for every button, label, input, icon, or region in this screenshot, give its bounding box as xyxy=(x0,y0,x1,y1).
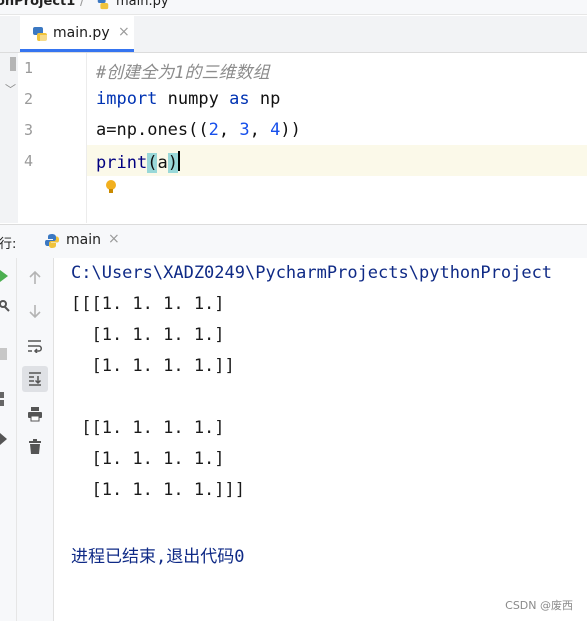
editor-side-strip: ﹀ xyxy=(0,53,19,223)
console-command-path[interactable]: C:\Users\XADZ0249\PycharmProjects\python… xyxy=(71,263,552,283)
breadcrumb-project[interactable]: onProject1 xyxy=(0,0,75,9)
chevron-down-icon[interactable]: ﹀ xyxy=(5,81,16,97)
arrow-down-icon[interactable] xyxy=(22,298,48,324)
breadcrumb: onProject1 / main.py xyxy=(0,0,587,15)
assign-operator: = xyxy=(106,120,117,140)
console-output-line: [[[1. 1. 1. 1.] xyxy=(71,294,225,314)
scroll-marker xyxy=(10,57,16,71)
function-name: print xyxy=(96,153,148,173)
line-number: 1 xyxy=(24,59,34,77)
layout-icon[interactable] xyxy=(0,392,8,406)
run-tab-label: main xyxy=(66,232,101,248)
code-editor[interactable]: ﹀ 1 2 3 4 #创建全为1的三维数组 import numpy as np… xyxy=(0,53,587,276)
print-icon[interactable] xyxy=(22,401,48,427)
code-line-2: import numpy as np xyxy=(96,89,280,109)
number-literal: 2 xyxy=(208,120,219,140)
closing-parens: )) xyxy=(280,120,301,140)
stop-icon[interactable] xyxy=(0,348,8,360)
python-icon xyxy=(45,234,59,248)
run-label: 行: xyxy=(0,237,17,252)
code-comment: #创建全为1的三维数组 xyxy=(96,63,270,83)
wrench-icon[interactable] xyxy=(0,300,10,312)
editor-tab-main-py[interactable]: main.py × xyxy=(20,16,134,52)
trash-icon[interactable] xyxy=(22,434,48,460)
close-icon[interactable]: × xyxy=(118,24,130,40)
console-exit-message: 进程已结束,退出代码0 xyxy=(71,547,245,567)
module-name: numpy xyxy=(167,89,219,109)
close-icon[interactable]: × xyxy=(108,231,120,247)
console-output-line: [1. 1. 1. 1.] xyxy=(71,325,225,345)
line-number-gutter: 1 2 3 4 xyxy=(18,53,87,223)
keyword-as: as xyxy=(229,89,250,109)
module-alias: np xyxy=(259,89,281,109)
lightbulb-icon[interactable] xyxy=(105,180,117,194)
scroll-to-end-icon[interactable] xyxy=(22,366,48,392)
python-file-icon xyxy=(33,27,47,41)
breadcrumb-file[interactable]: main.py xyxy=(116,0,169,9)
pin-icon[interactable] xyxy=(0,433,8,445)
number-literal: 3 xyxy=(239,120,250,140)
function-call: np.ones(( xyxy=(116,120,209,140)
number-literal: 4 xyxy=(270,120,281,140)
run-tool-window-header: 行: main × xyxy=(0,224,587,259)
variable: a xyxy=(96,120,107,140)
editor-tab-label: main.py xyxy=(53,25,110,41)
rerun-icon[interactable] xyxy=(0,270,8,282)
watermark: CSDN @废西 xyxy=(505,599,573,612)
code-line-3: a=np.ones((2, 3, 4)) xyxy=(96,120,301,140)
keyword-import: import xyxy=(96,89,158,109)
line-number: 3 xyxy=(24,121,34,139)
code-line-1: #创建全为1的三维数组 xyxy=(96,58,269,83)
line-number: 2 xyxy=(24,90,34,108)
console-output[interactable]: C:\Users\XADZ0249\PycharmProjects\python… xyxy=(54,258,587,621)
python-file-icon xyxy=(97,0,109,10)
arrow-up-icon[interactable] xyxy=(22,265,48,291)
argument: a xyxy=(157,153,168,173)
paren-open: ( xyxy=(147,153,158,173)
line-number: 4 xyxy=(24,152,34,170)
text-cursor xyxy=(177,151,180,171)
console-output-line: [1. 1. 1. 1.] xyxy=(71,449,225,469)
editor-tab-bar: main.py × xyxy=(0,16,587,53)
run-tab-main[interactable]: main × xyxy=(36,225,124,258)
paren-close: ) xyxy=(167,153,178,173)
code-line-4: print(a) xyxy=(96,151,180,173)
breadcrumb-separator: / xyxy=(80,0,85,9)
run-primary-toolbar xyxy=(0,258,17,621)
console-output-line: [[1. 1. 1. 1.] xyxy=(71,418,225,438)
console-output-line: [1. 1. 1. 1.]]] xyxy=(71,480,245,500)
soft-wrap-icon[interactable] xyxy=(22,333,48,359)
console-output-line: [1. 1. 1. 1.]] xyxy=(71,356,235,376)
